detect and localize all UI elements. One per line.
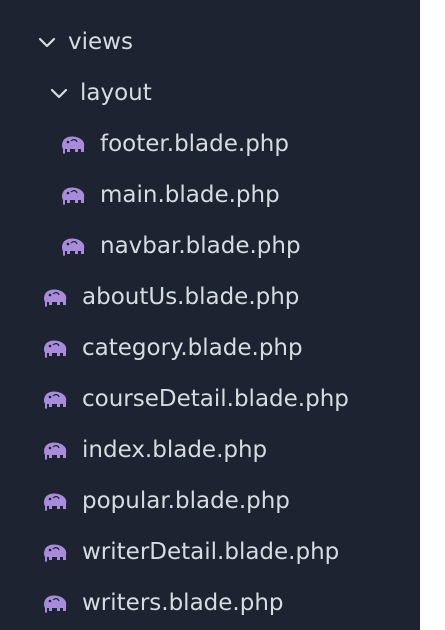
file-label: footer.blade.php (100, 131, 289, 157)
file-label: courseDetail.blade.php (82, 386, 349, 412)
php-elephant-icon (40, 388, 70, 412)
file-label: popular.blade.php (82, 488, 290, 514)
file-footer-blade[interactable]: footer.blade.php (0, 119, 420, 170)
php-elephant-icon (40, 490, 70, 514)
folder-label: layout (80, 80, 152, 106)
file-navbar-blade[interactable]: navbar.blade.php (0, 221, 420, 272)
file-main-blade[interactable]: main.blade.php (0, 170, 420, 221)
file-category-blade[interactable]: category.blade.php (0, 323, 420, 374)
file-writers-blade[interactable]: writers.blade.php (0, 578, 420, 629)
php-elephant-icon (40, 337, 70, 361)
file-label: category.blade.php (82, 335, 303, 361)
php-elephant-icon (58, 184, 88, 208)
php-elephant-icon (40, 541, 70, 565)
file-label: index.blade.php (82, 437, 268, 463)
file-aboutus-blade[interactable]: aboutUs.blade.php (0, 272, 420, 323)
php-elephant-icon (40, 439, 70, 463)
chevron-down-icon[interactable] (36, 32, 58, 54)
file-popular-blade[interactable]: popular.blade.php (0, 476, 420, 527)
file-index-blade[interactable]: index.blade.php (0, 425, 420, 476)
file-label: writers.blade.php (82, 590, 284, 616)
php-elephant-icon (58, 235, 88, 259)
file-writerdetail-blade[interactable]: writerDetail.blade.php (0, 527, 420, 578)
file-coursedetail-blade[interactable]: courseDetail.blade.php (0, 374, 420, 425)
file-label: writerDetail.blade.php (82, 539, 340, 565)
file-label: aboutUs.blade.php (82, 284, 300, 310)
file-explorer-tree: views layout footer.blade.php main.blade… (0, 0, 420, 630)
file-label: navbar.blade.php (100, 233, 301, 259)
php-elephant-icon (40, 592, 70, 616)
chevron-down-icon[interactable] (48, 83, 70, 105)
folder-layout[interactable]: layout (0, 68, 420, 119)
file-label: main.blade.php (100, 182, 280, 208)
folder-label: views (68, 29, 133, 55)
php-elephant-icon (40, 286, 70, 310)
php-elephant-icon (58, 133, 88, 157)
folder-views[interactable]: views (0, 17, 420, 68)
